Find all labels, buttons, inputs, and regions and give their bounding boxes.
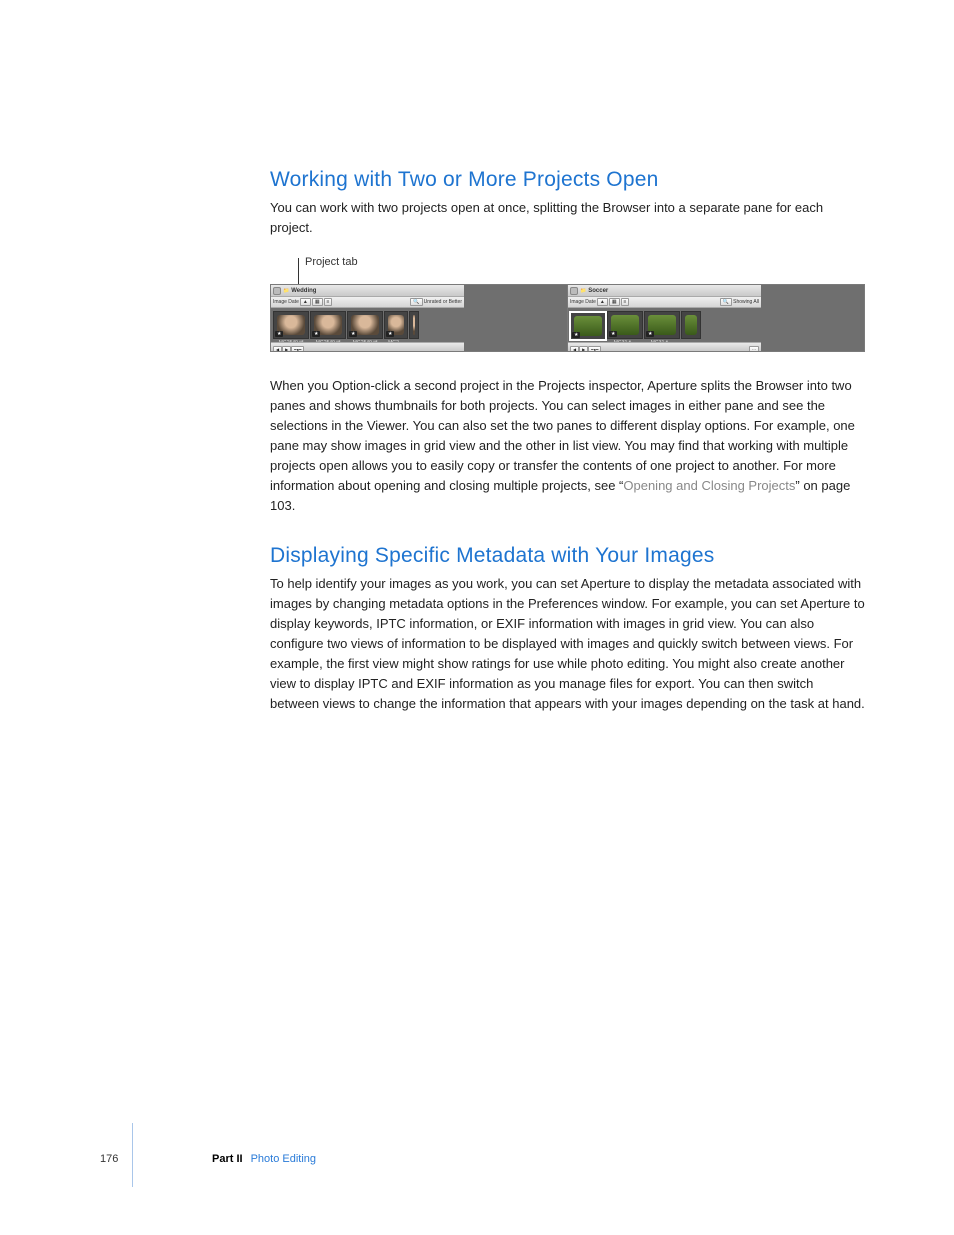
page-footer: 176 Part II Photo Editing [100, 1153, 860, 1165]
folder-icon: 📁 [283, 288, 289, 294]
footer-part: Part II Photo Editing [212, 1153, 316, 1165]
options-button[interactable]: ⋯ [749, 346, 759, 352]
figure-label-text: Project tab [305, 256, 358, 268]
footer-part-label: Part II [212, 1153, 243, 1165]
section-heading-2: Displaying Specific Metadata with Your I… [270, 544, 865, 568]
folder-icon: 📁 [580, 288, 586, 294]
section1-para2: When you Option-click a second project i… [270, 376, 865, 516]
thumbnail[interactable]: ★MG2549.tif [348, 311, 382, 342]
section1-para1: You can work with two projects open at o… [270, 198, 865, 238]
view-mode-button[interactable]: ▦ [609, 298, 620, 306]
project-tab-right[interactable]: 📁 Soccer [568, 285, 761, 296]
project-tab-left[interactable]: 📁 Wedding [271, 285, 464, 296]
thumbnail[interactable] [410, 311, 418, 339]
cross-reference-link[interactable]: Opening and Closing Projects [623, 478, 795, 493]
filter-label-left: Unrated or Better [424, 299, 462, 305]
status-bar-left: ◀▶━●━ [271, 342, 464, 351]
para2-text-a: When you Option-click a second project i… [270, 378, 855, 493]
section2-para1: To help identify your images as you work… [270, 574, 865, 714]
project-tab-name-right: Soccer [588, 288, 608, 294]
thumbnail[interactable]: ★MG2549.tif [274, 311, 308, 342]
thumbnail[interactable]: ★MG31.ti… [645, 311, 679, 342]
zoom-slider[interactable]: ━●━ [588, 346, 601, 352]
browser-pane-left: 📁 Wedding Image Date ▲ ▦ ≡ 🔍 Unrated or … [271, 285, 464, 351]
thumbnail[interactable]: ★MG2549.tif [311, 311, 345, 342]
thumbnail-strip-right: ★MG31.ti… ★MG31.ti… ★MG31.ti… [568, 308, 761, 342]
filter-button-left[interactable]: 🔍 [410, 298, 422, 306]
nav-next-button[interactable]: ▶ [579, 346, 588, 352]
figure-label: Project tab [298, 256, 865, 272]
filter-label-right: Showing All [733, 299, 759, 305]
sort-direction-button[interactable]: ▲ [597, 298, 608, 306]
thumbnail[interactable]: ★MG2… [385, 311, 407, 342]
zoom-slider[interactable]: ━●━ [291, 346, 304, 352]
browser-split-view: 📁 Wedding Image Date ▲ ▦ ≡ 🔍 Unrated or … [270, 284, 865, 352]
close-tab-icon[interactable] [273, 287, 281, 295]
filter-button-right[interactable]: 🔍 [720, 298, 732, 306]
browser-pane-right: 📁 Soccer Image Date ▲ ▦ ≡ 🔍 Showing All [568, 285, 761, 351]
project-tab-name-left: Wedding [291, 288, 316, 294]
page-number: 176 [100, 1153, 140, 1165]
nav-prev-button[interactable]: ◀ [273, 346, 282, 352]
footer-part-title: Photo Editing [251, 1153, 316, 1165]
close-tab-icon[interactable] [570, 287, 578, 295]
browser-toolbar-left: Image Date ▲ ▦ ≡ 🔍 Unrated or Better [271, 296, 464, 308]
section-heading-1: Working with Two or More Projects Open [270, 168, 865, 192]
view-mode-button-2[interactable]: ≡ [621, 298, 630, 306]
sort-label-left: Image Date [273, 299, 299, 305]
view-mode-button-2[interactable]: ≡ [324, 298, 333, 306]
thumbnail[interactable]: ★MG31.ti… [571, 311, 605, 342]
status-bar-right: ◀▶━●━ ⋯ [568, 342, 761, 351]
nav-next-button[interactable]: ▶ [282, 346, 291, 352]
sort-label-right: Image Date [570, 299, 596, 305]
figure-pointer-line [298, 272, 299, 284]
thumbnail[interactable] [682, 311, 700, 339]
view-mode-button[interactable]: ▦ [312, 298, 323, 306]
browser-toolbar-right: Image Date ▲ ▦ ≡ 🔍 Showing All [568, 296, 761, 308]
nav-prev-button[interactable]: ◀ [570, 346, 579, 352]
thumbnail-strip-left: ★MG2549.tif ★MG2549.tif ★MG2549.tif ★MG2… [271, 308, 464, 342]
figure-two-projects: Project tab 📁 Wedding Image Date ▲ [270, 256, 865, 352]
thumbnail[interactable]: ★MG31.ti… [608, 311, 642, 342]
sort-direction-button[interactable]: ▲ [300, 298, 311, 306]
